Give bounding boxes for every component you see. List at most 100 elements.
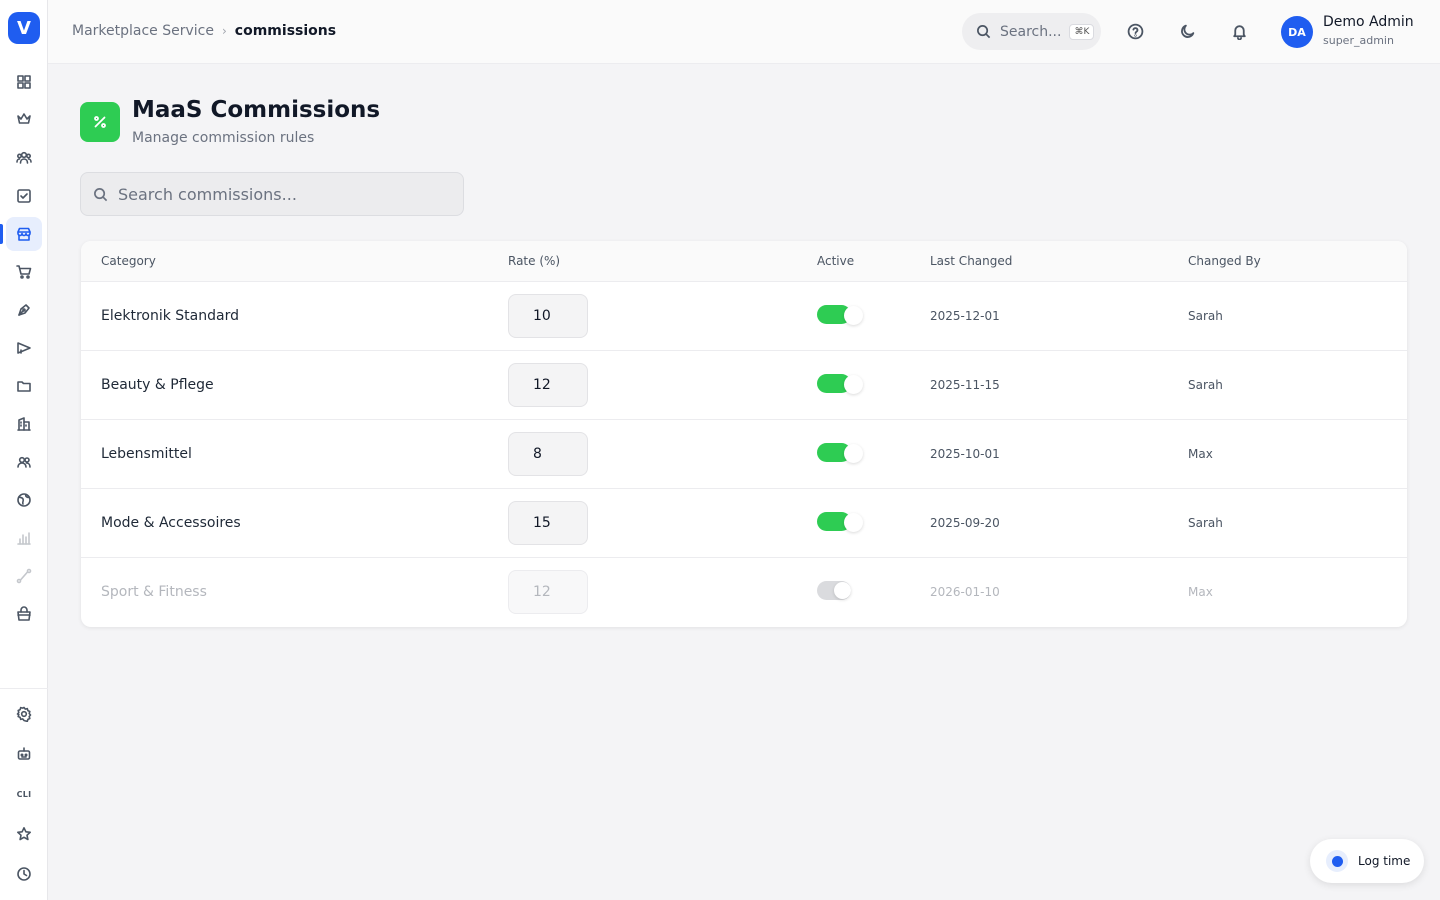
pen-tool-icon <box>18 304 30 316</box>
basket-icon <box>17 606 31 621</box>
toggle-knob <box>844 513 863 532</box>
page-title: MaaS Commissions <box>132 97 381 123</box>
last-changed-cell: 2025-12-01 <box>930 309 1000 323</box>
bar-chart-icon <box>17 532 31 545</box>
active-toggle[interactable] <box>817 512 863 532</box>
column-header-changed-by: Changed By <box>1188 254 1261 268</box>
user-name[interactable]: Demo Admin <box>1323 14 1414 30</box>
breadcrumb-current: commissions <box>234 23 337 39</box>
column-header-rate: Rate (%) <box>508 254 561 268</box>
breadcrumb: Marketplace Service › commissions <box>72 23 336 39</box>
sidebar-item-dashboard[interactable] <box>6 65 42 99</box>
crown-icon <box>17 113 31 124</box>
sidebar-item-team[interactable] <box>6 445 42 479</box>
table-row: Lebensmittel 8 2025-10-01 Max <box>81 420 1407 489</box>
star-icon <box>17 827 31 841</box>
table-header: Category Rate (%) Active Last Changed Ch… <box>81 241 1407 282</box>
folder-icon <box>17 381 31 392</box>
sidebar-divider <box>0 688 48 689</box>
bell-icon <box>1232 24 1246 40</box>
notifications-button[interactable] <box>1229 21 1249 41</box>
sidebar-item-bot[interactable] <box>6 737 42 771</box>
sidebar-item-globe[interactable] <box>6 483 42 517</box>
user-role: super_admin <box>1323 34 1394 47</box>
sidebar-item-history[interactable] <box>6 857 42 891</box>
sidebar-item-design[interactable] <box>6 293 42 327</box>
sidebar-item-shop[interactable] <box>6 597 42 631</box>
theme-toggle-button[interactable] <box>1177 21 1197 41</box>
log-time-button[interactable]: Log time <box>1310 839 1424 883</box>
category-cell: Lebensmittel <box>101 446 192 462</box>
clock-icon <box>17 867 31 881</box>
sidebar-item-cart[interactable] <box>6 255 42 289</box>
table-row: Beauty & Pflege 12 2025-11-15 Sarah <box>81 351 1407 420</box>
changed-by-cell: Sarah <box>1188 516 1223 530</box>
search-icon <box>94 187 108 201</box>
active-toggle[interactable] <box>817 443 863 463</box>
page-icon <box>80 102 120 142</box>
page-subtitle: Manage commission rules <box>132 130 315 146</box>
rate-input[interactable]: 10 <box>508 294 588 338</box>
table-row: Elektronik Standard 10 2025-12-01 Sarah <box>81 282 1407 351</box>
category-cell: Beauty & Pflege <box>101 377 214 393</box>
sidebar-item-campaigns[interactable] <box>6 331 42 365</box>
active-toggle[interactable] <box>817 581 851 600</box>
table-row: Sport & Fitness 12 2026-01-10 Max <box>81 558 1407 627</box>
settings-icon <box>16 706 32 722</box>
sidebar-item-analytics[interactable] <box>6 521 42 555</box>
avatar[interactable]: DA <box>1281 16 1313 48</box>
rate-input[interactable]: 12 <box>508 363 588 407</box>
building-icon <box>17 417 31 431</box>
users-icon <box>16 151 32 164</box>
table-row: Mode & Accessoires 15 2025-09-20 Sarah <box>81 489 1407 558</box>
changed-by-cell: Sarah <box>1188 378 1223 392</box>
breadcrumb-root[interactable]: Marketplace Service <box>72 23 214 39</box>
changed-by-cell: Sarah <box>1188 309 1223 323</box>
commissions-table: Category Rate (%) Active Last Changed Ch… <box>81 241 1407 627</box>
last-changed-cell: 2025-10-01 <box>930 447 1000 461</box>
sidebar-item-tasks[interactable] <box>6 179 42 213</box>
last-changed-cell: 2025-11-15 <box>930 378 1000 392</box>
active-toggle[interactable] <box>817 305 863 325</box>
sidebar-item-cli[interactable]: CLI <box>6 777 42 811</box>
globe-icon <box>17 493 31 507</box>
search-icon <box>977 25 991 39</box>
log-time-label: Log time <box>1358 854 1411 868</box>
toggle-knob <box>844 306 863 325</box>
sidebar-item-files[interactable] <box>6 369 42 403</box>
active-toggle[interactable] <box>817 374 863 394</box>
last-changed-cell: 2026-01-10 <box>930 585 1000 599</box>
shortcut-badge: ⌘K <box>1069 23 1095 40</box>
help-button[interactable] <box>1125 21 1145 41</box>
toggle-knob <box>844 444 863 463</box>
column-header-category: Category <box>101 254 156 268</box>
sidebar-item-buildings[interactable] <box>6 407 42 441</box>
moon-icon <box>1180 24 1194 38</box>
topbar: Marketplace Service › commissions Search… <box>48 0 1440 64</box>
sidebar-item-users[interactable] <box>6 141 42 175</box>
chevron-right-icon: › <box>221 24 227 38</box>
changed-by-cell: Max <box>1188 585 1213 599</box>
task-check-icon <box>17 189 31 203</box>
global-search-button[interactable]: Search... ⌘K <box>962 13 1101 50</box>
app-logo[interactable]: V <box>8 12 40 44</box>
commission-search <box>80 172 464 216</box>
category-cell: Mode & Accessoires <box>101 515 241 531</box>
team-icon <box>17 456 31 468</box>
toggle-knob <box>844 375 863 394</box>
sidebar-item-settings[interactable] <box>6 697 42 731</box>
store-icon <box>17 227 31 241</box>
toggle-knob <box>834 582 851 599</box>
sidebar-item-routes[interactable] <box>6 559 42 593</box>
cli-icon: CLI <box>16 789 32 799</box>
help-icon <box>1127 23 1143 39</box>
active-indicator <box>0 224 3 244</box>
changed-by-cell: Max <box>1188 447 1213 461</box>
sidebar-item-crown[interactable] <box>6 102 42 136</box>
rate-input[interactable]: 8 <box>508 432 588 476</box>
sidebar-item-favorites[interactable] <box>6 817 42 851</box>
rate-input[interactable]: 15 <box>508 501 588 545</box>
sidebar-item-marketplace[interactable] <box>6 217 42 251</box>
commission-search-input[interactable] <box>118 184 438 204</box>
rate-input[interactable]: 12 <box>508 570 588 614</box>
